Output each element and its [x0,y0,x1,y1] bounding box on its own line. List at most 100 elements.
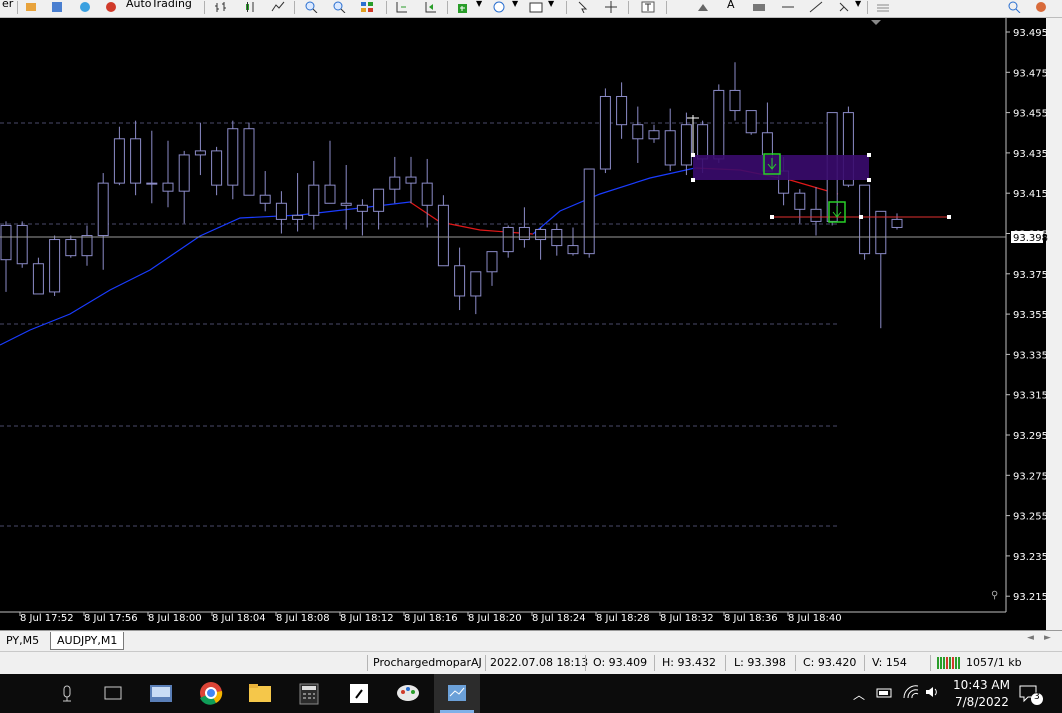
candle-body [535,228,547,241]
candles [0,62,903,329]
candle-body [292,214,304,220]
task-view-icon[interactable] [90,674,136,713]
candle-body [49,239,61,293]
chart-tab-bar: PY,M5 AUDJPY,M1 ◄ ► [0,630,1062,651]
trendline-icon[interactable] [809,1,823,13]
candle-body [518,226,530,241]
indicators-icon[interactable] [457,1,471,13]
time-tick-label: 8 Jul 18:36 [724,613,778,624]
line-chart-icon[interactable] [271,1,285,13]
action-center-icon[interactable] [1018,684,1044,706]
calculator-icon[interactable] [286,674,332,713]
price-tick-label: 93.415 [1013,189,1048,200]
candle-body [194,150,206,156]
chrome-icon[interactable] [188,674,234,713]
hline-icon[interactable] [781,1,795,13]
candle-body [356,204,368,212]
status-high: H: 93.432 [662,656,716,669]
status-profile: ProchargedmoparAJ [373,656,482,669]
app-icon-1[interactable] [138,674,184,713]
search-icon[interactable] [1008,1,1022,13]
grid-lines [0,122,838,527]
price-tick-label: 93.275 [1013,471,1048,482]
bar-chart-icon[interactable] [214,1,228,13]
text-label-icon[interactable]: A [727,0,735,12]
price-tick-label: 93.475 [1013,68,1048,79]
status-low: L: 93.398 [734,656,786,669]
microphone-icon[interactable] [44,674,90,713]
metatrader-icon[interactable] [434,674,480,713]
candle-body [697,124,709,160]
price-tick-label: 93.435 [1013,149,1048,160]
rectangle-tool-icon[interactable] [752,1,766,13]
templates-dropdown-icon[interactable]: ▼ [548,0,554,13]
candle-body [599,95,611,170]
arrow-up-icon[interactable] [696,1,710,13]
autoscroll-icon[interactable] [424,1,438,13]
tab-active-chart[interactable]: AUDJPY,M1 [50,632,125,650]
volume-icon[interactable] [924,685,942,699]
battery-icon[interactable] [876,686,894,700]
time-tick-label: 8 Jul 18:16 [404,613,458,624]
chat-icon[interactable] [1034,1,1048,13]
cursor-icon[interactable] [576,1,590,13]
text-tool-icon[interactable] [641,1,655,13]
status-open: O: 93.409 [593,656,648,669]
time-tick-label: 8 Jul 18:32 [660,613,714,624]
candle-body [729,89,741,112]
tab-scroll-left-icon[interactable]: ◄ [1027,633,1034,643]
candle-body [502,226,514,253]
candle-body [178,154,190,192]
periods-dropdown-icon[interactable]: ▼ [512,0,518,13]
navigator-icon[interactable] [50,1,64,13]
current-price-label: 93.398 [1013,233,1048,244]
clock-date[interactable]: 7/8/2022 [955,695,1009,709]
zoom-in-icon[interactable] [304,1,318,13]
candlestick-icon[interactable] [243,1,257,13]
price-chart[interactable]: 93.49593.47593.45593.43593.41593.39593.3… [0,18,1062,630]
arrows-tool-icon[interactable] [838,1,852,13]
templates-icon[interactable] [529,1,543,13]
candle-body [113,138,125,184]
tab-prev-chart[interactable]: PY,M5 [0,632,45,649]
market-watch-icon[interactable] [24,1,38,13]
terminal-icon[interactable] [78,1,92,13]
candle-body [275,202,287,220]
candle-body [486,251,498,273]
candle-body [130,138,142,184]
network-icon[interactable] [902,684,920,700]
arrows-dropdown-icon[interactable]: ▼ [855,0,861,13]
tab-scroll-right-icon[interactable]: ► [1044,633,1051,643]
file-explorer-icon[interactable] [237,674,283,713]
candle-body [810,208,822,222]
candle-body [324,184,336,204]
candle-body [373,188,385,212]
paint-icon[interactable] [385,674,431,713]
indicators-dropdown-icon[interactable]: ▼ [476,0,482,13]
tile-windows-icon[interactable] [360,1,374,13]
moving-averages [0,167,839,346]
chart-shift-icon[interactable] [395,1,409,13]
time-tick-label: 8 Jul 18:40 [788,613,842,624]
crosshair-icon[interactable] [604,1,618,13]
candle-body [405,176,417,184]
clock-time[interactable]: 10:43 AM [953,678,1010,692]
candle-body [454,265,466,297]
time-axis: 8 Jul 17:52 8 Jul 17:56 8 Jul 18:00 8 Jul 1… [19,612,842,624]
autotrading-button[interactable]: AutoTrading [104,0,196,15]
candle-body [65,239,77,257]
toolbar-partial-label: er [2,0,14,10]
periods-icon[interactable] [492,1,506,13]
price-tick-label: 93.295 [1013,431,1048,442]
candle-body [211,150,223,186]
zoom-out-icon[interactable] [332,1,346,13]
time-tick-label: 8 Jul 18:00 [148,613,202,624]
toolbar-overflow-icon[interactable] [876,1,890,13]
candle-body [421,182,433,206]
chart-window[interactable]: 93.49593.47593.45593.43593.41593.39593.3… [0,18,1062,630]
notification-count-badge: 3 [1034,692,1040,702]
sticky-notes-icon[interactable] [336,674,382,713]
autotrading-label: AutoTrading [126,0,192,10]
show-hidden-icons-icon[interactable]: ︿ [853,686,865,703]
connection-status-icon [937,657,960,669]
